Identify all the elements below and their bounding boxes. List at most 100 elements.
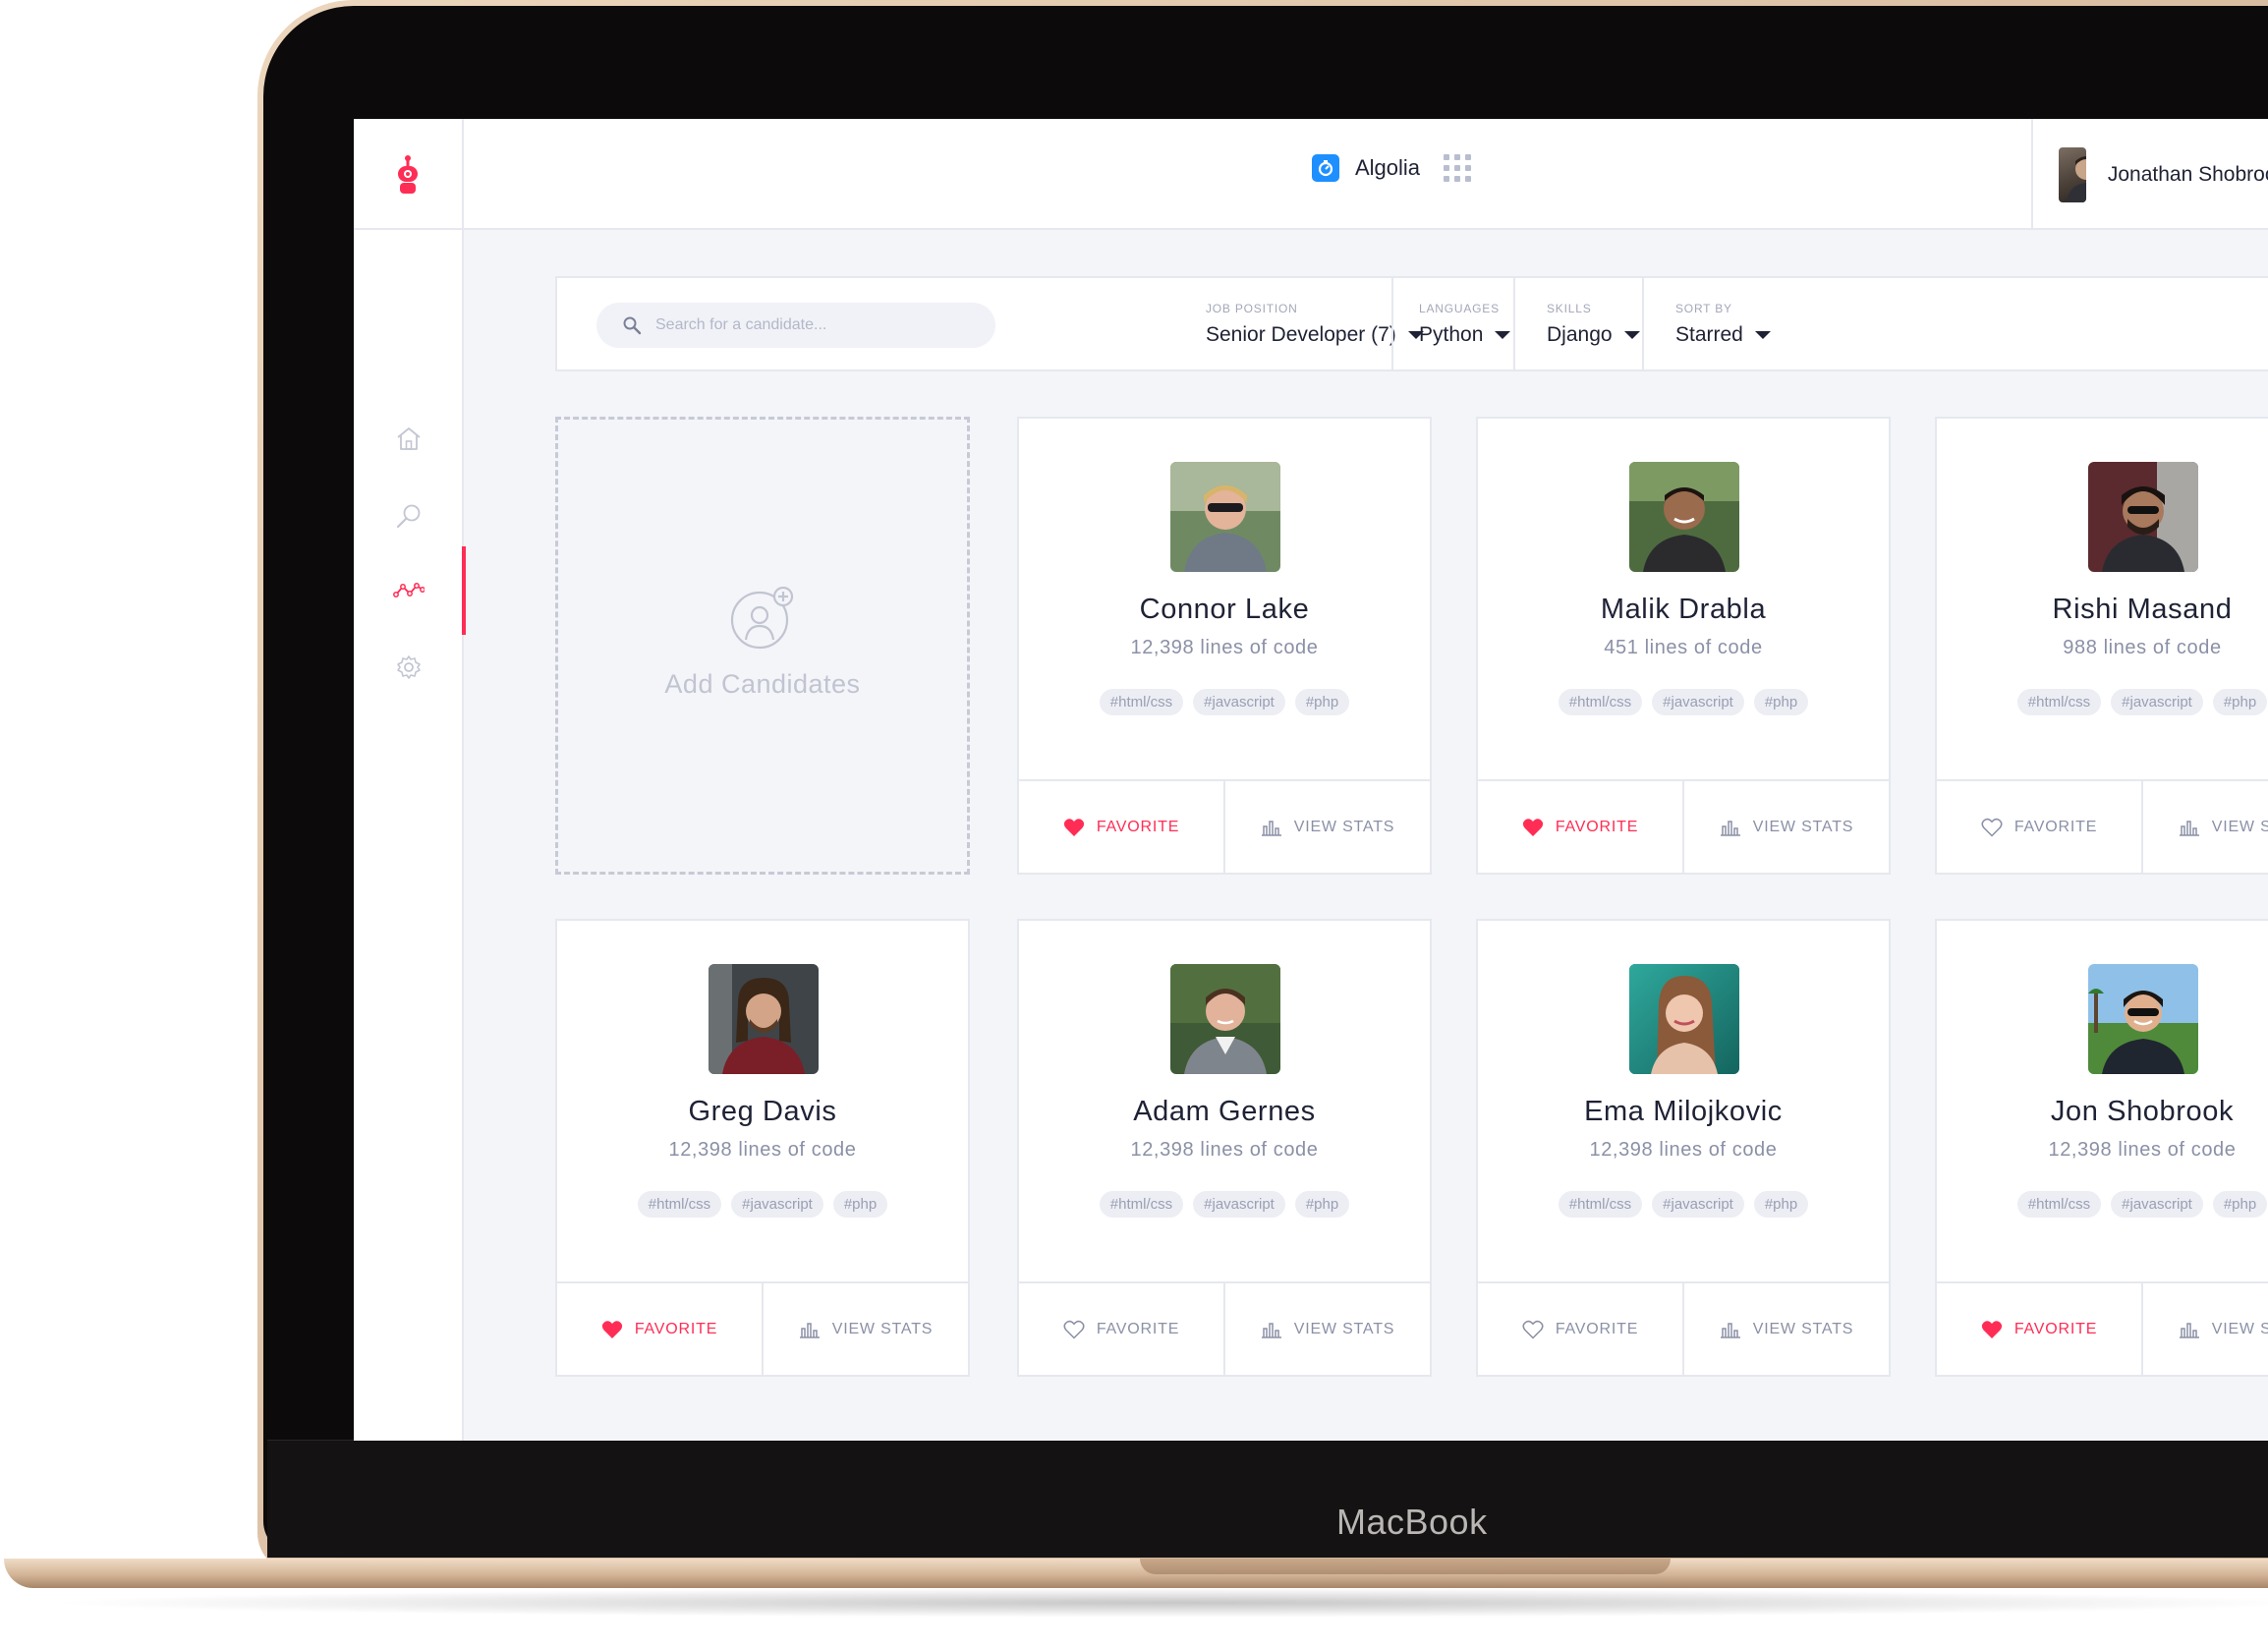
avatar [2088, 462, 2198, 572]
skill-tags: #html/css #javascript #php [1937, 1191, 2268, 1218]
bar-chart-icon [1261, 820, 1281, 836]
tag[interactable]: #html/css [1558, 1191, 1643, 1218]
filter-languages[interactable]: Languages Python [1419, 278, 1511, 369]
candidate-card[interactable]: Greg Davis 12,398 lines of code #html/cs… [555, 919, 970, 1377]
analytics-icon [393, 583, 425, 597]
card-actions: Favorite View Stats [1478, 779, 1889, 873]
view-stats-button[interactable]: View Stats [1223, 1283, 1430, 1375]
tag[interactable]: #php [1753, 1191, 1809, 1218]
favorite-label: Favorite [634, 1320, 718, 1337]
candidate-search[interactable] [596, 303, 995, 348]
tag[interactable]: #html/css [2016, 689, 2102, 715]
card-actions: Favorite View Stats [1937, 1281, 2268, 1375]
favorite-button[interactable]: Favorite [557, 1283, 762, 1375]
divider [1642, 278, 1644, 369]
tag[interactable]: #javascript [1652, 689, 1744, 715]
tag[interactable]: #javascript [2111, 689, 2203, 715]
search-input[interactable] [655, 316, 950, 334]
view-stats-label: View Stats [831, 1320, 934, 1337]
tag[interactable]: #php [2212, 1191, 2268, 1218]
user-menu[interactable]: Jonathan Shobrook [2031, 119, 2268, 230]
filter-value: Senior Developer (7) [1206, 323, 1396, 346]
organization-name: Algolia [1355, 155, 1421, 180]
filter-sort-by[interactable]: Sort By Starred [1675, 278, 1771, 369]
favorite-label: Favorite [1555, 1320, 1639, 1337]
favorite-button[interactable]: Favorite [1019, 781, 1223, 873]
candidate-name: Greg Davis [688, 1096, 837, 1127]
view-stats-button[interactable]: View Stats [762, 1283, 968, 1375]
tag[interactable]: #javascript [1652, 1191, 1744, 1218]
view-stats-label: View Stats [2211, 1320, 2268, 1337]
bar-chart-icon [1720, 820, 1740, 836]
candidate-card[interactable]: Jon Shobrook 12,398 lines of code #html/… [1935, 919, 2268, 1377]
view-stats-button[interactable]: View Stats [2141, 1283, 2268, 1375]
bar-chart-icon [2179, 820, 2199, 836]
heart-filled-icon [1522, 818, 1543, 836]
sidebar-item-home[interactable] [354, 394, 464, 483]
heart-outline-icon [1063, 1320, 1085, 1339]
favorite-label: Favorite [1555, 818, 1639, 835]
sidebar-active-indicator [462, 546, 466, 635]
chevron-down-icon [1495, 331, 1511, 339]
organization-switcher[interactable]: Algolia [1312, 154, 1472, 182]
candidate-name: Adam Gernes [1133, 1096, 1316, 1127]
user-name: Jonathan Shobrook [2107, 162, 2268, 186]
apps-grid-icon[interactable] [1444, 154, 1472, 182]
tag[interactable]: #html/css [2016, 1191, 2102, 1218]
card-actions: Favorite View Stats [1019, 1281, 1430, 1375]
favorite-button[interactable]: Favorite [1478, 1283, 1682, 1375]
sidebar-item-analytics[interactable] [354, 546, 466, 635]
tag[interactable]: #html/css [1099, 1191, 1184, 1218]
favorite-button[interactable]: Favorite [1937, 1283, 2141, 1375]
tag[interactable]: #html/css [1099, 689, 1184, 715]
skill-tags: #html/css #javascript #php [1019, 1191, 1430, 1218]
favorite-button[interactable]: Favorite [1937, 781, 2141, 873]
lines-of-code: 988 lines of code [2063, 637, 2222, 658]
favorite-label: Favorite [1096, 818, 1180, 835]
lines-of-code: 12,398 lines of code [1130, 637, 1319, 658]
favorite-label: Favorite [2013, 1320, 2098, 1337]
filter-skills[interactable]: Skills Django [1547, 278, 1640, 369]
logo-cell[interactable] [354, 119, 464, 230]
lines-of-code: 12,398 lines of code [668, 1139, 857, 1161]
add-candidates-label: Add Candidates [664, 669, 861, 699]
tag[interactable]: #html/css [1558, 689, 1643, 715]
tag[interactable]: #php [1294, 1191, 1350, 1218]
tag[interactable]: #javascript [1193, 1191, 1285, 1218]
lines-of-code: 12,398 lines of code [2048, 1139, 2237, 1161]
add-candidates-card[interactable]: Add Candidates [555, 417, 970, 875]
tag[interactable]: #javascript [2111, 1191, 2203, 1218]
favorite-button[interactable]: Favorite [1478, 781, 1682, 873]
tag[interactable]: #php [2212, 689, 2268, 715]
laptop-hinge-notch [1140, 1559, 1671, 1574]
tag[interactable]: #php [832, 1191, 888, 1218]
tag[interactable]: #javascript [1193, 689, 1285, 715]
candidate-card[interactable]: Adam Gernes 12,398 lines of code #html/c… [1017, 919, 1432, 1377]
view-stats-button[interactable]: View Stats [1223, 781, 1430, 873]
candidate-name: Malik Drabla [1600, 594, 1767, 625]
candidate-card[interactable]: Connor Lake 12,398 lines of code #html/c… [1017, 417, 1432, 875]
tag[interactable]: #php [1294, 689, 1350, 715]
tag[interactable]: #html/css [637, 1191, 722, 1218]
tag[interactable]: #javascript [731, 1191, 823, 1218]
view-stats-button[interactable]: View Stats [1682, 781, 1889, 873]
view-stats-button[interactable]: View Stats [1682, 1283, 1889, 1375]
laptop-shadow [39, 1588, 2268, 1618]
candidate-card[interactable]: Malik Drabla 451 lines of code #html/css… [1476, 417, 1891, 875]
bar-chart-icon [1720, 1322, 1740, 1338]
sidebar-item-settings[interactable] [354, 623, 464, 711]
filter-value: Python [1419, 323, 1484, 346]
algolia-icon [1312, 154, 1339, 182]
view-stats-button[interactable]: View Stats [2141, 781, 2268, 873]
candidate-name: Rishi Masand [2052, 594, 2233, 625]
filter-label: Languages [1419, 302, 1500, 315]
candidate-card[interactable]: Rishi Masand 988 lines of code #html/css… [1935, 417, 2268, 875]
favorite-button[interactable]: Favorite [1019, 1283, 1223, 1375]
laptop-brand: MacBook [1336, 1502, 1488, 1542]
candidate-card[interactable]: Ema Milojkovic 12,398 lines of code #htm… [1476, 919, 1891, 1377]
tag[interactable]: #php [1753, 689, 1809, 715]
lines-of-code: 12,398 lines of code [1130, 1139, 1319, 1161]
avatar [1170, 964, 1280, 1074]
bar-chart-icon [1261, 1322, 1281, 1338]
view-stats-label: View Stats [1293, 1320, 1395, 1337]
